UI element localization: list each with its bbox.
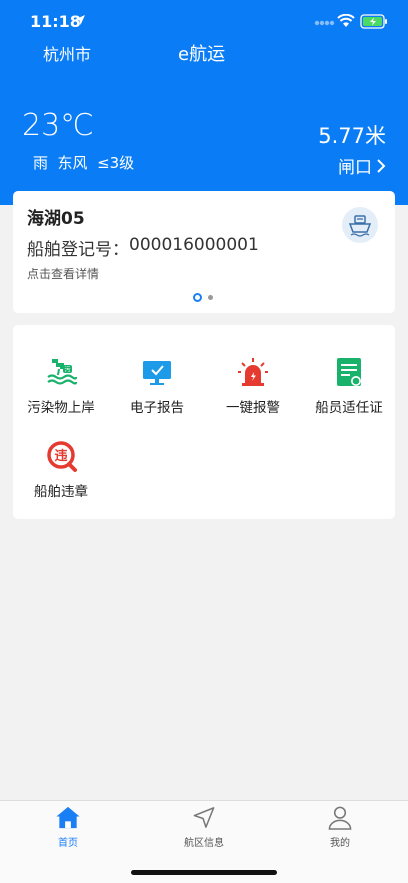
wifi-icon bbox=[337, 14, 355, 27]
header: 11:18 杭州市 e航运 23℃ 雨 东风 ≤3级 5.77米 闸口 bbox=[0, 0, 408, 205]
function-label: 船员适任证 bbox=[315, 400, 383, 416]
location-arrow-icon bbox=[75, 15, 85, 25]
function-label: 船舶违章 bbox=[34, 484, 88, 500]
function-label: 电子报告 bbox=[130, 400, 184, 416]
city-selector[interactable]: 杭州市 bbox=[43, 41, 91, 65]
tab-navigation-area[interactable]: 航区信息 bbox=[164, 805, 244, 849]
weather-summary: 雨 东风 ≤3级 bbox=[33, 154, 135, 172]
alarm-siren-icon bbox=[238, 358, 268, 386]
battery-icon bbox=[360, 14, 387, 29]
pollutant-discharge-icon: 污 bbox=[47, 359, 78, 385]
chevron-right-icon bbox=[377, 158, 386, 173]
station-name: 闸口 bbox=[338, 158, 372, 178]
navigation-arrow-icon bbox=[193, 807, 215, 828]
status-bar: 11:18 bbox=[0, 0, 408, 44]
electronic-report-icon bbox=[143, 361, 171, 385]
function-crew-certificate[interactable]: 船员适任证 bbox=[301, 355, 397, 425]
registration-row: 船舶登记号： 000016000001 bbox=[27, 235, 259, 260]
vessel-card[interactable]: 海湖05 船舶登记号： 000016000001 点击查看详情 bbox=[13, 191, 395, 313]
tab-home[interactable]: 首页 bbox=[28, 805, 108, 849]
tab-label: 我的 bbox=[330, 838, 350, 849]
vessel-name: 海湖05 bbox=[27, 209, 85, 229]
home-icon bbox=[56, 806, 80, 829]
tab-label: 首页 bbox=[58, 838, 78, 849]
crew-certificate-icon bbox=[337, 358, 361, 386]
pager-dot-active bbox=[193, 293, 202, 302]
svg-text:违: 违 bbox=[54, 448, 67, 464]
signal-icon bbox=[314, 20, 335, 26]
svg-text:污: 污 bbox=[64, 366, 70, 374]
carousel-pager bbox=[193, 293, 213, 302]
app-title: e航运 bbox=[178, 44, 226, 65]
tab-profile[interactable]: 我的 bbox=[300, 805, 380, 849]
function-pollutant-discharge[interactable]: 污 污染物上岸 bbox=[13, 355, 109, 425]
function-ship-violation[interactable]: 违 船舶违章 bbox=[13, 439, 109, 509]
home-indicator bbox=[131, 870, 277, 875]
tab-label: 航区信息 bbox=[184, 838, 224, 849]
function-electronic-report[interactable]: 电子报告 bbox=[109, 355, 205, 425]
station-link[interactable]: 闸口 bbox=[338, 153, 386, 178]
ship-violation-icon: 违 bbox=[47, 441, 77, 472]
water-level: 5.77米 bbox=[318, 124, 386, 148]
function-alarm[interactable]: 一键报警 bbox=[205, 355, 301, 425]
function-label: 一键报警 bbox=[226, 400, 280, 416]
function-label: 污染物上岸 bbox=[27, 400, 95, 416]
user-icon bbox=[328, 806, 352, 830]
registration-label: 船舶登记号： bbox=[27, 240, 129, 260]
function-grid: 污 污染物上岸 电子报告 一键报警 船员适任证 违 船舶违章 bbox=[13, 325, 395, 519]
ship-icon bbox=[342, 207, 378, 243]
pager-dot bbox=[208, 295, 213, 300]
view-details-link[interactable]: 点击查看详情 bbox=[27, 265, 99, 282]
temperature: 23℃ bbox=[22, 108, 94, 143]
registration-number: 000016000001 bbox=[129, 235, 259, 255]
